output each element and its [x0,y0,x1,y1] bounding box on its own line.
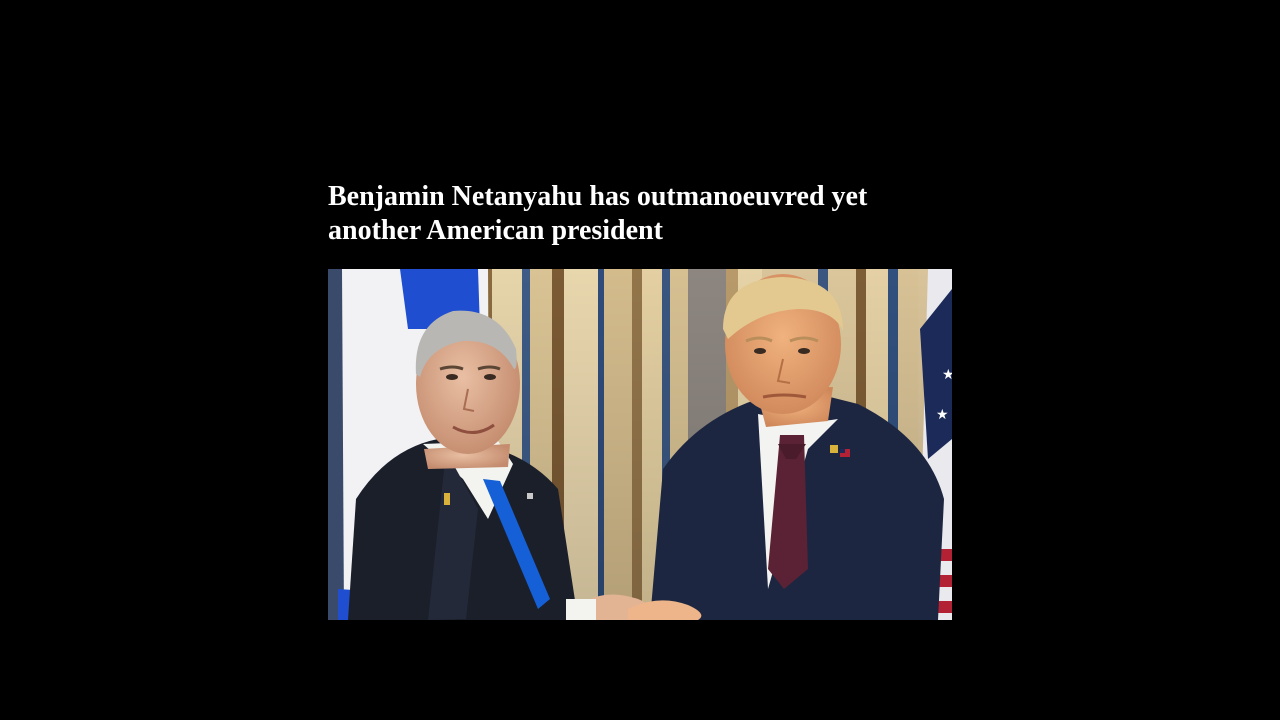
svg-text:★: ★ [942,367,952,383]
svg-text:★: ★ [936,407,949,423]
article-photo: ★ ★ [328,269,952,620]
article-headline: Benjamin Netanyahu has outmanoeuvred yet… [328,181,868,246]
article-viewer: Benjamin Netanyahu has outmanoeuvred yet… [0,0,1280,720]
